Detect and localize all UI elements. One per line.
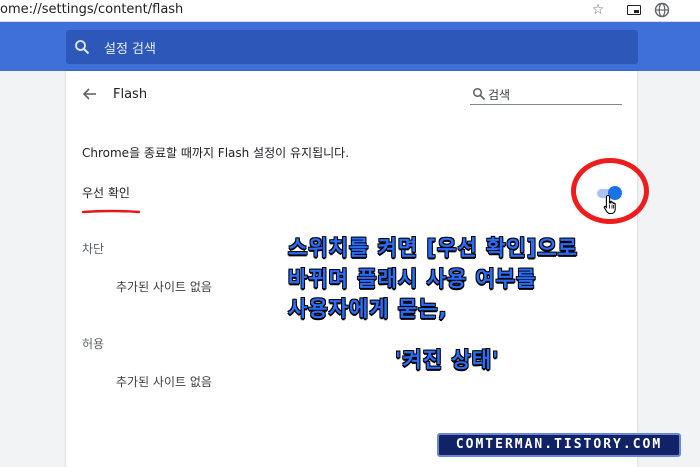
- page-search-input[interactable]: 검색: [470, 83, 622, 105]
- red-underline-annotation: [81, 199, 141, 214]
- site-watermark: COMTERMAN.TISTORY.COM: [437, 433, 681, 457]
- media-router-icon[interactable]: [626, 2, 642, 18]
- settings-search-placeholder: 설정 검색: [104, 42, 156, 57]
- search-icon: [74, 39, 90, 55]
- search-icon: [472, 86, 486, 101]
- page-title: Flash: [113, 87, 148, 102]
- blocked-empty-message: 추가된 사이트 없음: [116, 280, 212, 294]
- toggle-highlight-circle: [571, 158, 649, 224]
- profile-avatar-icon[interactable]: [678, 2, 694, 18]
- annotation-line-4: '켜진 상태': [395, 348, 500, 372]
- flash-description: Chrome을 종료할 때까지 Flash 설정이 유지됩니다.: [82, 146, 350, 160]
- annotation-line-2: 바뀌며 플래시 사용 여부를: [288, 267, 537, 291]
- page-search-placeholder: 검색: [488, 88, 511, 102]
- browser-toolbar: ome://settings/content/flash ☆: [0, 0, 700, 22]
- settings-header: 설정 검색: [0, 22, 700, 71]
- blocked-section-header: 차단: [82, 242, 105, 256]
- annotation-line-3: 사용자에게 묻는,: [288, 297, 448, 321]
- settings-search-input[interactable]: 설정 검색: [66, 30, 638, 64]
- left-gutter: [0, 71, 66, 467]
- back-arrow-icon[interactable]: [82, 86, 98, 102]
- annotation-line-1: 스위치를 켜면 [우선 확인]으로: [288, 236, 578, 260]
- bookmark-star-icon[interactable]: ☆: [590, 2, 606, 18]
- allowed-section-header: 허용: [82, 337, 105, 351]
- globe-icon[interactable]: [654, 2, 670, 18]
- allowed-empty-message: 추가된 사이트 없음: [116, 375, 212, 389]
- address-bar-url[interactable]: ome://settings/content/flash: [0, 2, 183, 17]
